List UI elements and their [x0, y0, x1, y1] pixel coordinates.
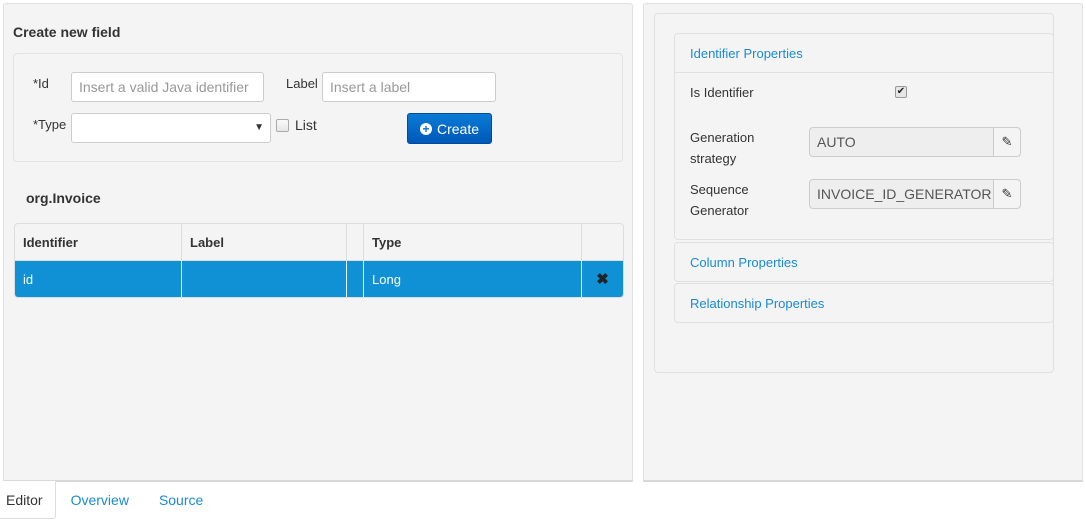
create-button[interactable]: + Create: [407, 113, 492, 144]
relationship-properties-accordion: Relationship Properties: [674, 283, 1054, 323]
is-identifier-label: Is Identifier: [690, 85, 754, 100]
properties-panel: Identifier Properties Is Identifier ✔ Ge…: [643, 3, 1083, 482]
generation-strategy-label: Generation strategy: [690, 127, 754, 169]
edit-sequence-generator-button[interactable]: ✎: [993, 180, 1020, 208]
cell-label: [182, 261, 347, 297]
sequence-generator-field: INVOICE_ID_GENERATOR ✎: [809, 179, 1021, 209]
properties-container: Identifier Properties Is Identifier ✔ Ge…: [654, 13, 1054, 373]
relationship-properties-title: Relationship Properties: [690, 295, 825, 311]
col-type[interactable]: Type: [364, 224, 582, 260]
tab-overview[interactable]: Overview: [56, 481, 144, 519]
type-select[interactable]: ▼: [71, 113, 271, 143]
id-input[interactable]: [71, 72, 264, 102]
create-button-label: Create: [436, 120, 480, 137]
col-spacer: [347, 224, 364, 260]
id-label: *Id: [33, 76, 49, 91]
field-editor-panel: Create new field *Id Label *Type ▼ List …: [3, 3, 633, 482]
sequence-generator-label-line2: Generator: [690, 203, 749, 218]
col-label[interactable]: Label: [182, 224, 347, 260]
column-properties-accordion: Column Properties: [674, 242, 1054, 282]
column-properties-title: Column Properties: [690, 254, 798, 270]
sequence-generator-value: INVOICE_ID_GENERATOR: [817, 186, 992, 202]
sequence-generator-label-line1: Sequence: [690, 182, 749, 197]
sequence-generator-label: Sequence Generator: [690, 179, 749, 221]
fields-table: Identifier Label Type id Long ✖: [14, 223, 624, 298]
cell-type: Long: [364, 261, 582, 297]
table-header: Identifier Label Type: [15, 224, 623, 261]
create-field-title: Create new field: [13, 24, 121, 40]
col-identifier[interactable]: Identifier: [15, 224, 182, 260]
generation-strategy-value: AUTO: [817, 134, 856, 150]
create-field-form: *Id Label *Type ▼ List: [13, 53, 623, 162]
list-checkbox[interactable]: [276, 119, 289, 132]
caret-down-icon: ▼: [254, 122, 264, 133]
plus-circle-icon: +: [419, 122, 432, 135]
delete-icon: ✖: [596, 271, 609, 288]
column-properties-header[interactable]: Column Properties: [675, 243, 1053, 281]
tab-editor[interactable]: Editor: [0, 481, 56, 519]
table-row[interactable]: id Long ✖: [15, 261, 623, 297]
editor-tabs: Editor Overview Source: [0, 481, 218, 520]
delete-row-button[interactable]: ✖: [582, 261, 623, 297]
edit-icon: ✎: [1001, 134, 1013, 149]
edit-icon: ✎: [1001, 186, 1013, 201]
cell-spacer: [347, 261, 364, 297]
label-label: Label: [286, 76, 318, 91]
generation-strategy-field: AUTO ✎: [809, 127, 1021, 157]
identifier-properties-title: Identifier Properties: [690, 45, 803, 61]
relationship-properties-header[interactable]: Relationship Properties: [675, 284, 1053, 322]
edit-generation-strategy-button[interactable]: ✎: [993, 128, 1020, 156]
identifier-properties-accordion: Identifier Properties Is Identifier ✔ Ge…: [674, 33, 1054, 240]
entity-name: org.Invoice: [26, 190, 101, 206]
type-label: *Type: [33, 117, 67, 132]
identifier-properties-header[interactable]: Identifier Properties: [675, 34, 1053, 72]
list-label: List: [295, 117, 317, 133]
col-actions: [582, 224, 623, 260]
generation-strategy-label-line2: strategy: [690, 151, 737, 166]
cell-identifier: id: [15, 261, 182, 297]
tab-source[interactable]: Source: [144, 481, 218, 519]
generation-strategy-label-line1: Generation: [690, 130, 755, 145]
is-identifier-checkbox[interactable]: ✔: [895, 86, 907, 98]
label-input[interactable]: [322, 72, 496, 102]
identifier-properties-body: Is Identifier ✔ Generation strategy AUTO…: [675, 72, 1053, 239]
